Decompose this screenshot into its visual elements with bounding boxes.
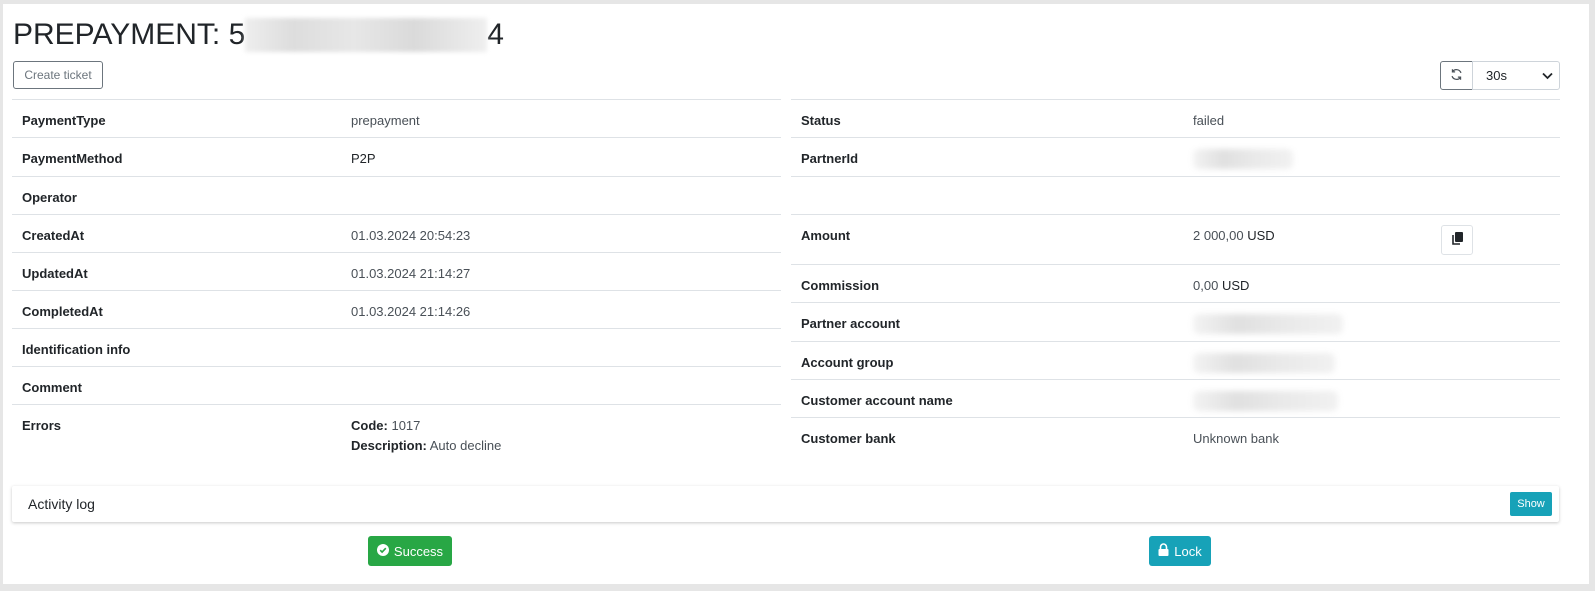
- field-label: Status: [801, 113, 841, 128]
- error-code-label: Code:: [351, 418, 388, 433]
- table-row: UpdatedAt 01.03.2024 21:14:27: [12, 252, 781, 291]
- table-row: PaymentType prepayment: [12, 99, 781, 138]
- check-circle-icon: [376, 543, 389, 559]
- activity-log-panel: Activity log Show: [12, 486, 1559, 522]
- error-description-label: Description:: [351, 438, 427, 453]
- lock-icon: [1158, 543, 1169, 559]
- copy-icon: [1451, 232, 1463, 248]
- create-ticket-button[interactable]: Create ticket: [13, 61, 103, 89]
- customer-bank-value: Unknown bank: [1193, 431, 1279, 446]
- payment-details-table: PaymentType prepayment PaymentMethod P2P…: [12, 99, 781, 455]
- field-label: Customer account name: [801, 393, 953, 408]
- field-label: Amount: [801, 228, 851, 243]
- updated-at-value: 01.03.2024 21:14:27: [351, 266, 471, 281]
- table-row: Commission 0,00 USD: [791, 264, 1560, 303]
- table-row: Partner account: [791, 302, 1560, 342]
- redacted-customer-account-name: [1193, 391, 1338, 411]
- table-row: Customer account name: [791, 379, 1560, 418]
- table-row: PartnerId: [791, 137, 1560, 177]
- field-label: UpdatedAt: [22, 266, 88, 281]
- success-button[interactable]: Success: [368, 536, 452, 566]
- page-title: PREPAYMENT: 5 4: [13, 18, 504, 52]
- table-row: Operator: [12, 176, 781, 215]
- field-label: CompletedAt: [22, 304, 103, 319]
- field-label: PaymentType: [22, 113, 106, 128]
- amount-value: 2 000,00 USD: [1193, 228, 1275, 243]
- table-row: Amount 2 000,00 USD: [791, 214, 1560, 265]
- redacted-partner-account: [1193, 314, 1343, 334]
- table-row: Status failed: [791, 99, 1560, 138]
- error-description: Auto decline: [429, 438, 502, 453]
- field-label: PartnerId: [801, 151, 859, 166]
- identification-info-value: [351, 329, 771, 342]
- refresh-interval-value: 30s: [1486, 68, 1507, 83]
- table-row: Errors Code: 1017 Description: Auto decl…: [12, 404, 781, 455]
- refresh-icon: [1450, 68, 1463, 84]
- redacted-partner-id: [1193, 149, 1293, 169]
- refresh-button[interactable]: [1440, 61, 1473, 90]
- error-code: 1017: [391, 418, 421, 433]
- table-row: Identification info: [12, 328, 781, 367]
- status-value: failed: [1193, 113, 1225, 128]
- lock-button[interactable]: Lock: [1149, 536, 1211, 566]
- errors-value: Code: 1017 Description: Auto decline: [341, 404, 781, 455]
- field-label: Account group: [801, 355, 894, 370]
- amount-currency: USD: [1247, 228, 1275, 243]
- table-row: CompletedAt 01.03.2024 21:14:26: [12, 290, 781, 329]
- created-at-value: 01.03.2024 20:54:23: [351, 228, 471, 243]
- success-button-label: Success: [393, 543, 444, 559]
- table-row: Customer bank Unknown bank: [791, 417, 1560, 456]
- title-suffix: 4: [487, 18, 504, 51]
- table-row: CreatedAt 01.03.2024 20:54:23: [12, 214, 781, 253]
- title-prefix: PREPAYMENT: 5: [13, 18, 246, 51]
- redacted-account-group: [1193, 353, 1335, 373]
- status-details-table: Status failed PartnerId Amount 2 000,00 …: [791, 99, 1560, 456]
- commission-currency: USD: [1221, 278, 1250, 293]
- field-label: Operator: [22, 190, 77, 205]
- field-label: Errors: [22, 418, 62, 433]
- field-label: Commission: [801, 278, 880, 293]
- field-label: Customer bank: [801, 431, 896, 446]
- copy-amount-button[interactable]: [1441, 225, 1473, 255]
- lock-button-label: Lock: [1174, 543, 1202, 559]
- field-label: PaymentMethod: [22, 151, 123, 166]
- table-row: Comment: [12, 366, 781, 405]
- commission-value: 0,00 USD: [1193, 278, 1250, 293]
- completed-at-value: 01.03.2024 21:14:26: [351, 304, 471, 319]
- redacted-id: [245, 18, 488, 52]
- field-label: Identification info: [22, 342, 131, 357]
- table-row: Account group: [791, 341, 1560, 380]
- field-label: CreatedAt: [22, 228, 85, 243]
- refresh-interval-select[interactable]: 30s: [1472, 61, 1560, 90]
- chevron-down-icon: [1542, 68, 1553, 83]
- payment-type-value: prepayment: [351, 113, 420, 128]
- table-row: PaymentMethod P2P: [12, 137, 781, 177]
- operator-value: [351, 177, 771, 190]
- table-row: [791, 176, 1560, 215]
- activity-log-title: Activity log: [28, 496, 95, 512]
- field-label: Comment: [22, 380, 82, 395]
- field-label: Partner account: [801, 316, 900, 331]
- payment-method-value: P2P: [351, 151, 376, 166]
- comment-value: [351, 367, 771, 380]
- show-activity-log-button[interactable]: Show: [1510, 492, 1552, 516]
